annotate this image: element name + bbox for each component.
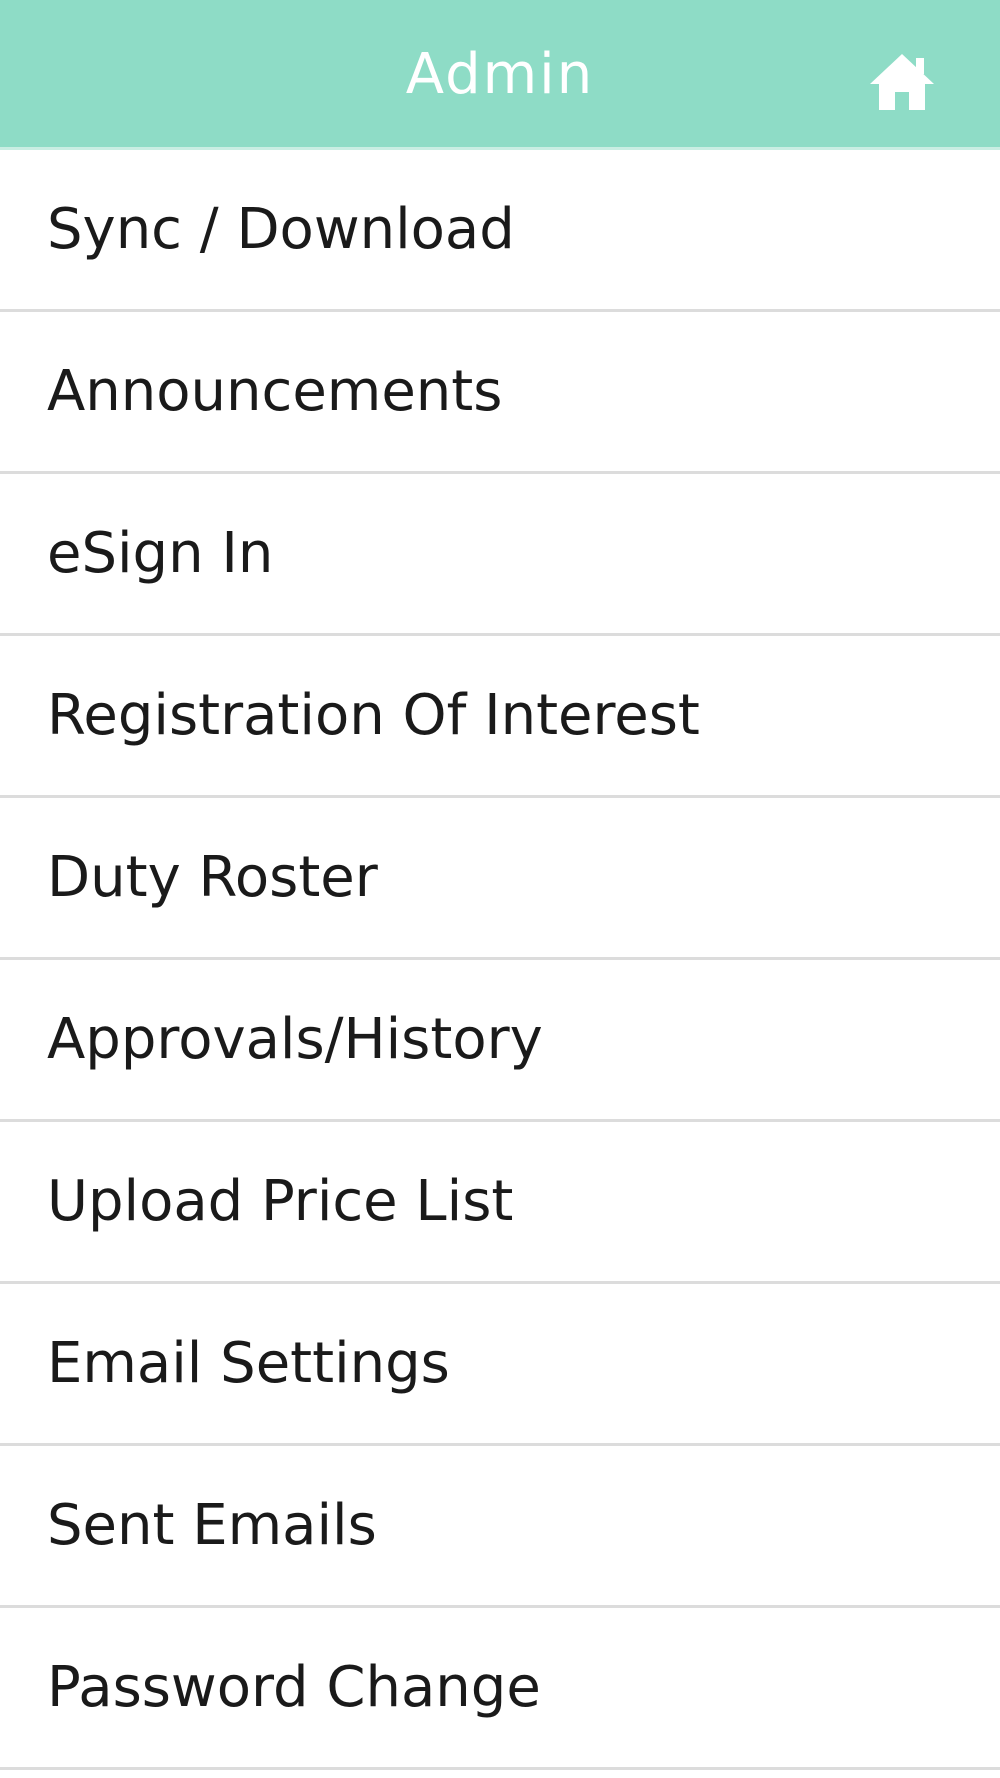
menu-item-announcements[interactable]: Announcements xyxy=(0,312,1000,474)
menu-item-registration-of-interest[interactable]: Registration Of Interest xyxy=(0,636,1000,798)
menu-item-label: Duty Roster xyxy=(47,845,378,910)
menu-item-label: Approvals/History xyxy=(47,1007,543,1072)
menu-item-label: Registration Of Interest xyxy=(47,683,700,748)
menu-item-email-settings[interactable]: Email Settings xyxy=(0,1284,1000,1446)
menu-item-sent-emails[interactable]: Sent Emails xyxy=(0,1446,1000,1608)
menu-item-sync-download[interactable]: Sync / Download xyxy=(0,150,1000,312)
menu-item-label: Password Change xyxy=(47,1655,541,1720)
app-header: Admin xyxy=(0,0,1000,150)
menu-item-password-change[interactable]: Password Change xyxy=(0,1608,1000,1770)
menu-item-esign-in[interactable]: eSign In xyxy=(0,474,1000,636)
menu-item-label: Announcements xyxy=(47,359,503,424)
menu-item-duty-roster[interactable]: Duty Roster xyxy=(0,798,1000,960)
menu-item-label: eSign In xyxy=(47,521,274,586)
home-button[interactable] xyxy=(866,46,938,118)
page-title: Admin xyxy=(405,42,595,107)
admin-menu: Sync / Download Announcements eSign In R… xyxy=(0,150,1000,1770)
menu-item-label: Sync / Download xyxy=(47,197,515,262)
home-icon xyxy=(866,46,938,118)
menu-item-label: Email Settings xyxy=(47,1331,450,1396)
menu-item-label: Upload Price List xyxy=(47,1169,514,1234)
menu-item-label: Sent Emails xyxy=(47,1493,377,1558)
admin-screen: Admin Sync / Download Announcements eSig… xyxy=(0,0,1000,1778)
menu-item-approvals-history[interactable]: Approvals/History xyxy=(0,960,1000,1122)
menu-item-upload-price-list[interactable]: Upload Price List xyxy=(0,1122,1000,1284)
